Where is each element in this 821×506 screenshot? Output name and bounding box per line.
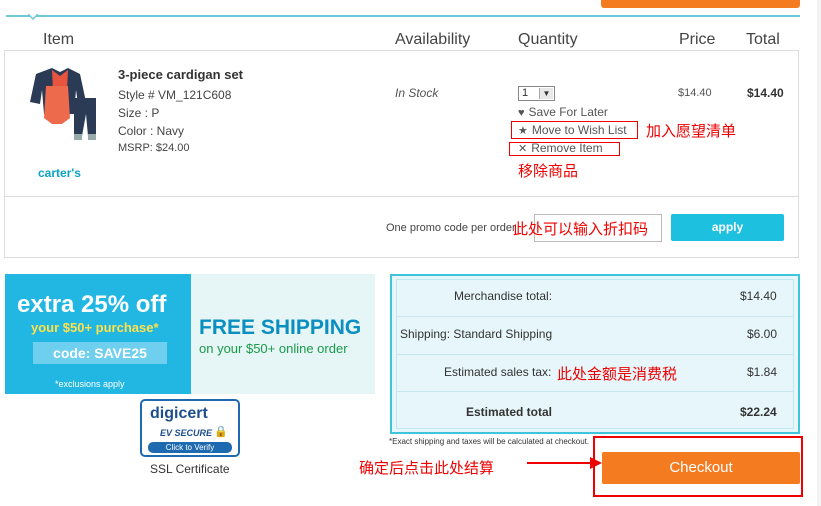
ev-secure-label: EV SECURE — [160, 428, 213, 438]
summary-note: *Exact shipping and taxes will be calcul… — [389, 437, 590, 446]
lock-icon: 🔒 — [214, 426, 228, 438]
item-price: $14.40 — [678, 87, 712, 99]
annotation-remove: 移除商品 — [518, 163, 579, 180]
sales-tax-value: $1.84 — [747, 365, 778, 379]
product-image[interactable] — [22, 64, 102, 144]
annotation-tax: 此处金额是消费税 — [557, 366, 678, 383]
merch-total-value: $14.40 — [740, 289, 777, 303]
quantity-select[interactable]: 1 ▼ — [518, 86, 555, 101]
header-availability: Availability — [395, 31, 471, 48]
wish-list-highlight — [511, 121, 638, 139]
click-to-verify: Click to Verify — [148, 442, 232, 453]
digicert-logo: digicert — [150, 405, 208, 422]
heart-icon: ♥ — [518, 107, 525, 119]
header-price: Price — [679, 31, 716, 48]
digicert-seal[interactable]: digicert EV SECURE 🔒 Click to Verify — [140, 399, 240, 457]
promo-banner-extra[interactable]: extra 25% off your $50+ purchase* code: … — [5, 274, 191, 394]
brand-logo: carter's — [38, 166, 81, 180]
banner-free-shipping-title: FREE SHIPPING — [199, 316, 362, 339]
banner-promo-code: code: SAVE25 — [33, 342, 167, 364]
estimated-total-label: Estimated total — [466, 405, 553, 419]
ssl-caption: SSL Certificate — [150, 462, 230, 476]
estimated-total-value: $22.24 — [740, 405, 777, 419]
header-quantity: Quantity — [518, 31, 578, 48]
header-item: Item — [43, 31, 75, 48]
checkout-button[interactable]: Checkout — [602, 452, 800, 484]
banner-exclusions: *exclusions apply — [55, 379, 125, 389]
item-total: $14.40 — [747, 86, 784, 100]
sales-tax-label: Estimated sales tax: — [444, 365, 552, 379]
summary-divider — [396, 316, 794, 317]
annotation-arrow — [527, 462, 597, 464]
product-style: Style # VM_121C608 — [118, 88, 232, 102]
quantity-value: 1 — [522, 87, 529, 99]
apply-button[interactable]: apply — [671, 214, 784, 241]
section-divider — [6, 15, 800, 17]
product-size: Size : P — [118, 106, 160, 120]
product-color: Color : Navy — [118, 124, 185, 138]
header-total: Total — [746, 31, 780, 48]
banner-extra-title: extra 25% off — [17, 291, 167, 318]
save-for-later-link[interactable]: ♥ Save For Later — [518, 105, 608, 119]
merch-total-label: Merchandise total: — [454, 289, 553, 303]
top-orange-button-edge[interactable] — [601, 0, 800, 8]
page-scrollbar[interactable] — [817, 0, 821, 506]
divider-notch-icon — [28, 14, 38, 20]
annotation-checkout: 确定后点击此处结算 — [359, 460, 495, 477]
product-msrp: MSRP: $24.00 — [118, 142, 190, 154]
shipping-value: $6.00 — [747, 327, 778, 341]
banner-extra-subtitle: your $50+ purchase* — [31, 320, 159, 335]
annotation-wish-list: 加入愿望清单 — [646, 123, 737, 140]
annotation-promo: 此处可以输入折扣码 — [513, 221, 649, 238]
promo-label: One promo code per order — [386, 222, 516, 234]
banner-free-shipping-subtitle: on your $50+ online order — [199, 341, 348, 356]
chevron-down-icon: ▼ — [539, 88, 553, 99]
shipping-label: Shipping: Standard Shipping — [400, 327, 553, 341]
promo-banner-free-shipping[interactable]: FREE SHIPPING on your $50+ online order — [191, 274, 375, 394]
save-for-later-label: Save For Later — [528, 105, 608, 119]
availability-status: In Stock — [395, 86, 439, 100]
product-name[interactable]: 3-piece cardigan set — [118, 67, 243, 82]
summary-divider — [396, 391, 794, 392]
summary-divider — [396, 354, 794, 355]
remove-item-highlight — [509, 142, 620, 156]
